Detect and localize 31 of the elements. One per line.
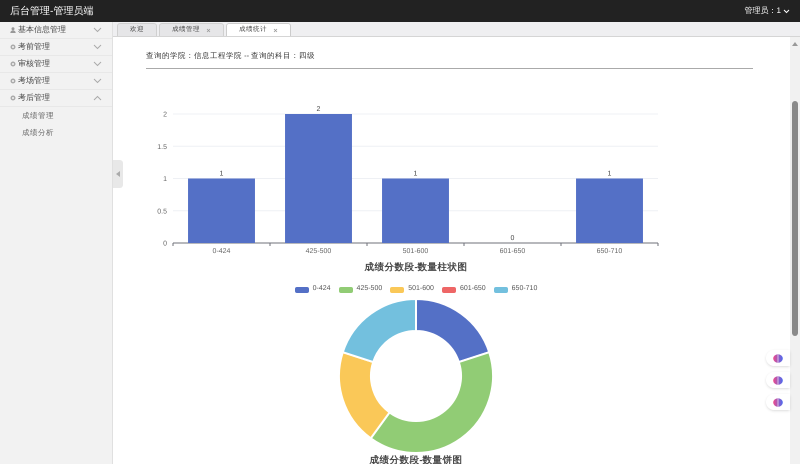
- app-title: 后台管理-管理员端: [10, 4, 94, 18]
- chevron-down-icon: [93, 61, 102, 67]
- scrollbar[interactable]: [790, 37, 800, 464]
- chart-title: 成绩分数段-数量柱状图: [364, 261, 468, 275]
- bar: [188, 178, 255, 243]
- assistant-button[interactable]: [766, 394, 790, 410]
- user-menu[interactable]: 管理员：1: [744, 5, 790, 17]
- scrollbar-thumb[interactable]: [792, 101, 798, 336]
- chevron-down-icon: [93, 27, 102, 33]
- chevron-down-icon: [93, 78, 102, 84]
- bar: [576, 178, 643, 243]
- assistant-button[interactable]: [766, 350, 790, 366]
- sidebar-item[interactable]: 审核管理: [0, 56, 112, 73]
- sidebar-item[interactable]: 考后管理: [0, 90, 112, 107]
- chevron-up-icon: [93, 95, 102, 101]
- sidebar-item[interactable]: 基本信息管理: [0, 22, 112, 39]
- scroll-up-icon: [792, 42, 798, 46]
- sidebar-item[interactable]: 考场管理: [0, 73, 112, 90]
- bar: [382, 178, 449, 243]
- chevron-down-icon: [93, 44, 102, 50]
- gear-icon: [10, 61, 16, 67]
- sidebar-item[interactable]: 考前管理: [0, 39, 112, 56]
- chart-title: 成绩分数段-数量饼图: [369, 454, 463, 464]
- gear-icon: [10, 78, 16, 84]
- chevron-down-icon: [783, 8, 790, 14]
- collapse-handle[interactable]: [113, 160, 123, 188]
- triangle-left-icon: [116, 171, 120, 177]
- user-icon: [10, 27, 16, 33]
- assistant-button[interactable]: [766, 372, 790, 388]
- gear-icon: [10, 44, 16, 50]
- gear-icon: [10, 95, 16, 101]
